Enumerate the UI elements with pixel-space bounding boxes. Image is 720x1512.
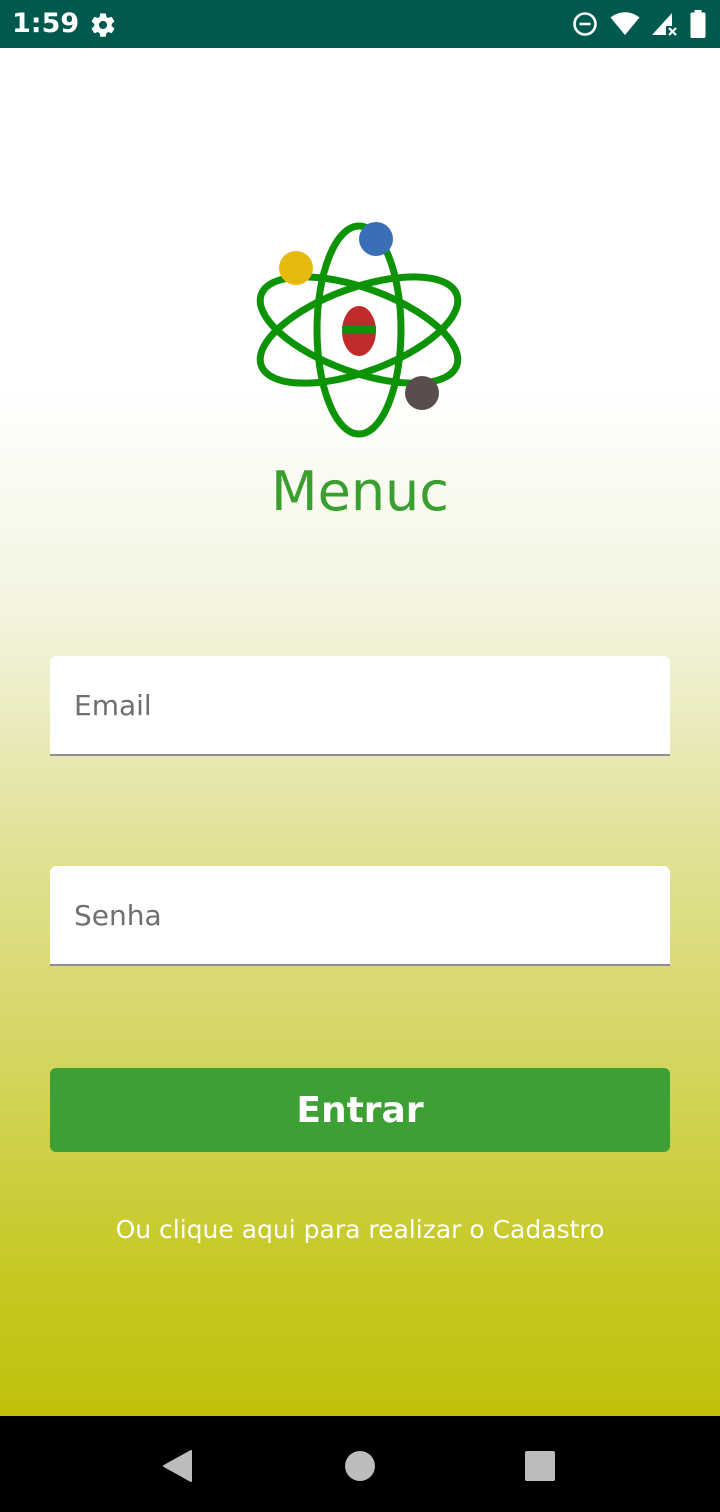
- home-circle-icon[interactable]: [342, 1448, 378, 1484]
- signup-link[interactable]: Ou clique aqui para realizar o Cadastro: [0, 1210, 720, 1250]
- back-triangle-icon[interactable]: [160, 1448, 196, 1484]
- do-not-disturb-icon: [573, 12, 597, 36]
- email-input[interactable]: [50, 656, 670, 754]
- password-input[interactable]: [50, 866, 670, 964]
- settings-gear-icon: [91, 13, 115, 37]
- status-time: 1:59: [12, 8, 80, 39]
- signal-no-data-icon: [652, 13, 677, 36]
- navigation-bar: [0, 1416, 720, 1512]
- status-icons: [572, 9, 706, 39]
- battery-icon: [690, 10, 706, 38]
- login-screen: 1:59 Menuc Email Entrar Ou clique aqui p…: [0, 0, 720, 1512]
- wifi-icon: [610, 12, 640, 35]
- password-field-container: [50, 866, 670, 966]
- recents-square-icon[interactable]: [522, 1448, 558, 1484]
- app-title: Menuc: [271, 460, 449, 523]
- status-bar: 1:59: [0, 0, 720, 48]
- atom-logo-icon: [256, 222, 462, 438]
- login-content: Menuc Entrar Ou clique aqui para realiza…: [0, 48, 720, 1416]
- email-field-container: [50, 656, 670, 756]
- login-button[interactable]: Entrar: [50, 1068, 670, 1152]
